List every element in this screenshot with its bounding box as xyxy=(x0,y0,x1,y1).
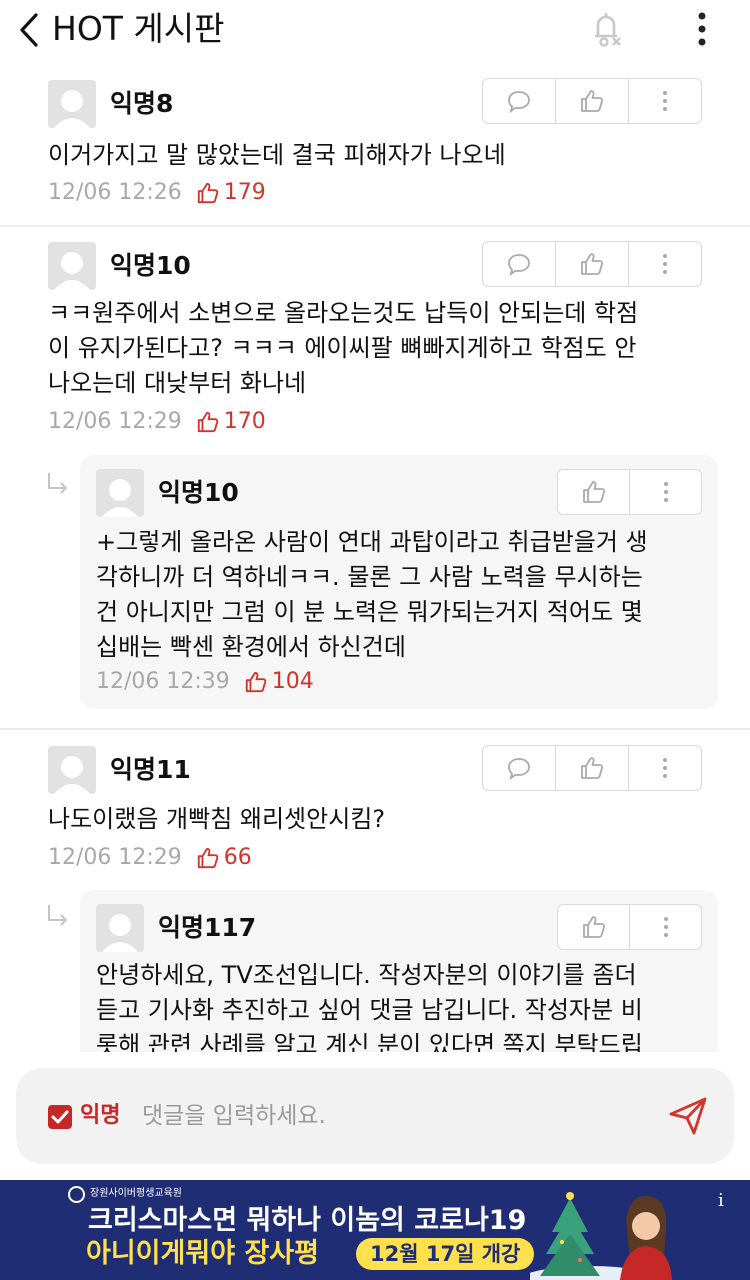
avatar xyxy=(48,242,96,290)
thumbs-up-icon xyxy=(582,916,605,938)
divider xyxy=(0,225,750,227)
comment-time: 12/06 12:39 xyxy=(96,669,230,694)
thumbs-up-icon xyxy=(245,671,267,693)
more-vertical-icon xyxy=(663,758,667,778)
avatar xyxy=(48,80,96,128)
send-icon[interactable] xyxy=(666,1094,710,1138)
comment-time: 12/06 12:26 xyxy=(48,180,182,205)
comment-actions xyxy=(557,904,702,950)
more-button[interactable] xyxy=(630,470,701,514)
page-title: HOT 게시판 xyxy=(52,9,225,48)
back-arrow-icon[interactable] xyxy=(12,10,46,50)
like-button[interactable] xyxy=(558,470,630,514)
comment-text: 나도이랬음 개빡침 왜리셋안시킴? xyxy=(48,805,386,833)
reply-button[interactable] xyxy=(483,79,556,123)
ad-logo-icon xyxy=(68,1186,85,1203)
thumbs-up-icon xyxy=(581,757,604,779)
avatar xyxy=(48,746,96,794)
ad-subheadline: 아니이게뭐야 장사평 xyxy=(86,1238,319,1269)
like-button[interactable] xyxy=(556,242,629,286)
anonymous-label[interactable]: 익명 xyxy=(80,1098,120,1134)
thumbs-up-icon xyxy=(197,411,219,433)
comment-actions xyxy=(557,469,702,515)
thumbs-up-icon xyxy=(197,847,219,869)
ad-banner[interactable]: 장원사이버평생교육원 크리스마스면 뭐하나 이놈의 코로나19 아니이게뭐야 장… xyxy=(0,1180,750,1280)
comment-meta: 12/06 12:29 66 xyxy=(48,843,252,873)
like-button[interactable] xyxy=(556,746,629,790)
comment-composer: 익명 xyxy=(16,1068,734,1164)
ad-headline: 크리스마스면 뭐하나 이놈의 코로나19 xyxy=(88,1205,527,1236)
like-count-value: 104 xyxy=(271,669,314,694)
comment-text: ㅋㅋ원주에서 소변으로 올라오는것도 납득이 안되는데 학점 이 유지가된다고?… xyxy=(48,299,639,397)
more-vertical-icon xyxy=(663,917,668,937)
more-menu-icon[interactable] xyxy=(688,8,716,52)
christmas-tree-illustration xyxy=(530,1192,672,1280)
more-vertical-icon xyxy=(663,91,667,111)
reply-item: 익명10 +그렇게 올라온 사람이 연대 과탑이라고 취급받을거 생 각하니까 … xyxy=(80,455,718,709)
thumbs-up-icon xyxy=(581,253,604,275)
like-count-value: 179 xyxy=(223,180,266,205)
more-button[interactable] xyxy=(629,79,701,123)
comment-meta: 12/06 12:26 179 xyxy=(48,178,266,208)
comment-actions xyxy=(482,78,702,124)
comment-time: 12/06 12:29 xyxy=(48,845,182,870)
comment-time: 12/06 12:29 xyxy=(48,409,182,434)
more-vertical-icon xyxy=(663,254,667,274)
comment-author: 익명117 xyxy=(158,913,257,942)
avatar xyxy=(96,904,144,952)
thumbs-up-icon xyxy=(197,182,219,204)
comment-author: 익명10 xyxy=(158,478,239,507)
speech-bubble-icon xyxy=(508,254,530,276)
avatar xyxy=(96,469,144,517)
speech-bubble-icon xyxy=(508,91,530,113)
reply-button[interactable] xyxy=(483,746,556,790)
comment-meta: 12/06 12:39 104 xyxy=(96,667,314,697)
notification-off-icon[interactable] xyxy=(584,8,628,52)
divider xyxy=(0,728,750,730)
ad-date-badge: 12월 17일 개강 xyxy=(356,1238,535,1270)
like-count: 66 xyxy=(196,843,252,873)
comment-actions xyxy=(482,241,702,287)
more-button[interactable] xyxy=(629,746,701,790)
speech-bubble-icon xyxy=(508,758,530,780)
more-button[interactable] xyxy=(629,242,701,286)
like-count: 104 xyxy=(244,667,314,697)
comment-text: +그렇게 올라온 사람이 연대 과탑이라고 취급받을거 생 각하니까 더 역하네… xyxy=(96,528,648,661)
checkmark-icon xyxy=(51,1110,69,1124)
like-count-value: 170 xyxy=(223,409,266,434)
comment-meta: 12/06 12:29 170 xyxy=(48,407,266,437)
reply-arrow-icon xyxy=(48,905,68,926)
thumbs-up-icon xyxy=(581,90,604,112)
like-count: 179 xyxy=(196,178,266,208)
comment-author: 익명11 xyxy=(110,755,191,784)
ad-info-icon[interactable]: i xyxy=(718,1190,724,1211)
app-header: HOT 게시판 xyxy=(0,0,750,62)
comment-text: 안녕하세요, TV조선입니다. 작성자분의 이야기를 좀더 듣고 기사화 추진하… xyxy=(96,961,643,1052)
like-button[interactable] xyxy=(556,79,629,123)
comment-actions xyxy=(482,745,702,791)
comment-input[interactable] xyxy=(142,1094,642,1138)
like-count: 170 xyxy=(196,407,266,437)
comment-author: 익명8 xyxy=(110,89,174,118)
reply-button[interactable] xyxy=(483,242,556,286)
like-button[interactable] xyxy=(558,905,630,949)
comment-author: 익명10 xyxy=(110,251,191,280)
like-count-value: 66 xyxy=(223,845,252,870)
ad-organization: 장원사이버평생교육원 xyxy=(90,1188,182,1199)
thumbs-up-icon xyxy=(582,481,605,503)
reply-item: 익명117 안녕하세요, TV조선입니다. 작성자분의 이야기를 좀더 듣고 기… xyxy=(80,890,718,1052)
reply-arrow-icon xyxy=(48,473,68,494)
more-button[interactable] xyxy=(630,905,701,949)
comment-text: 이거가지고 말 많았는데 결국 피해자가 나오네 xyxy=(48,141,506,169)
anonymous-checkbox[interactable] xyxy=(48,1105,72,1129)
more-vertical-icon xyxy=(663,482,668,502)
